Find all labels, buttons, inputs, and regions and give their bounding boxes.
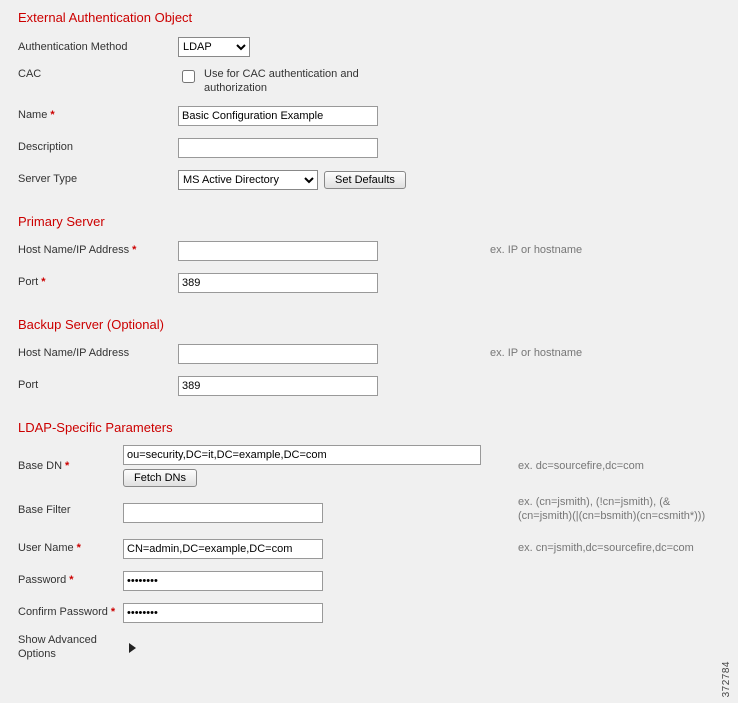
auth-method-select[interactable]: LDAP	[178, 37, 250, 57]
label-primary-host: Host Name/IP Address	[18, 243, 129, 257]
label-base-dn: Base DN	[18, 459, 62, 473]
base-filter-field[interactable]	[123, 503, 323, 523]
hint-backup-host: ex. IP or hostname	[490, 346, 700, 360]
required-icon: *	[50, 108, 54, 122]
row-primary-host: Host Name/IP Address * ex. IP or hostnam…	[18, 239, 700, 263]
row-primary-port: Port *	[18, 271, 700, 295]
required-icon: *	[69, 573, 73, 587]
required-icon: *	[41, 275, 45, 289]
cac-checkbox[interactable]	[182, 70, 195, 83]
label-cac: CAC	[18, 67, 178, 81]
section-header-backup: Backup Server (Optional)	[18, 317, 700, 332]
hint-user-name: ex. cn=jsmith,dc=sourcefire,dc=com	[518, 541, 718, 555]
row-name: Name *	[18, 104, 700, 128]
label-server-type: Server Type	[18, 172, 178, 186]
row-server-type: Server Type MS Active Directory Set Defa…	[18, 168, 700, 192]
backup-host-field[interactable]	[178, 344, 378, 364]
section-header-ext-auth: External Authentication Object	[18, 10, 700, 25]
backup-port-field[interactable]	[178, 376, 378, 396]
section-header-ldap: LDAP-Specific Parameters	[18, 420, 700, 435]
row-confirm-password: Confirm Password *	[18, 601, 700, 625]
cac-checkbox-label: Use for CAC authentication and authoriza…	[204, 67, 378, 96]
required-icon: *	[111, 605, 115, 619]
name-field[interactable]	[178, 106, 378, 126]
required-icon: *	[77, 541, 81, 555]
label-description: Description	[18, 140, 178, 154]
label-name: Name	[18, 108, 47, 122]
fetch-dns-button[interactable]: Fetch DNs	[123, 469, 197, 487]
label-user-name: User Name	[18, 541, 74, 555]
row-advanced-options[interactable]: Show Advanced Options	[18, 633, 700, 662]
label-base-filter: Base Filter	[18, 495, 123, 517]
external-auth-form: External Authentication Object Authentic…	[0, 0, 718, 679]
image-id: 372784	[721, 661, 732, 697]
required-icon: *	[132, 243, 136, 257]
password-field[interactable]	[123, 571, 323, 591]
row-cac: CAC Use for CAC authentication and autho…	[18, 67, 700, 96]
user-name-field[interactable]	[123, 539, 323, 559]
hint-base-dn: ex. dc=sourcefire,dc=com	[518, 459, 718, 473]
label-backup-host: Host Name/IP Address	[18, 346, 178, 360]
base-dn-field[interactable]	[123, 445, 481, 465]
row-password: Password *	[18, 569, 700, 593]
section-header-primary: Primary Server	[18, 214, 700, 229]
label-password: Password	[18, 573, 66, 587]
row-base-dn: Base DN * Fetch DNs ex. dc=sourcefire,dc…	[18, 445, 700, 487]
label-confirm-password: Confirm Password	[18, 605, 108, 619]
row-base-filter: Base Filter ex. (cn=jsmith), (!cn=jsmith…	[18, 495, 700, 523]
row-backup-port: Port	[18, 374, 700, 398]
row-description: Description	[18, 136, 700, 160]
primary-port-field[interactable]	[178, 273, 378, 293]
confirm-password-field[interactable]	[123, 603, 323, 623]
set-defaults-button[interactable]: Set Defaults	[324, 171, 406, 189]
required-icon: *	[65, 459, 69, 473]
label-backup-port: Port	[18, 378, 178, 392]
server-type-select[interactable]: MS Active Directory	[178, 170, 318, 190]
row-auth-method: Authentication Method LDAP	[18, 35, 700, 59]
primary-host-field[interactable]	[178, 241, 378, 261]
label-auth-method: Authentication Method	[18, 40, 178, 54]
expand-icon[interactable]	[129, 643, 136, 653]
label-primary-port: Port	[18, 275, 38, 289]
row-user-name: User Name * ex. cn=jsmith,dc=sourcefire,…	[18, 537, 700, 561]
label-advanced-options: Show Advanced Options	[18, 633, 123, 662]
description-field[interactable]	[178, 138, 378, 158]
row-backup-host: Host Name/IP Address ex. IP or hostname	[18, 342, 700, 366]
hint-base-filter: ex. (cn=jsmith), (!cn=jsmith), (&(cn=jsm…	[518, 495, 718, 524]
hint-primary-host: ex. IP or hostname	[490, 243, 700, 257]
